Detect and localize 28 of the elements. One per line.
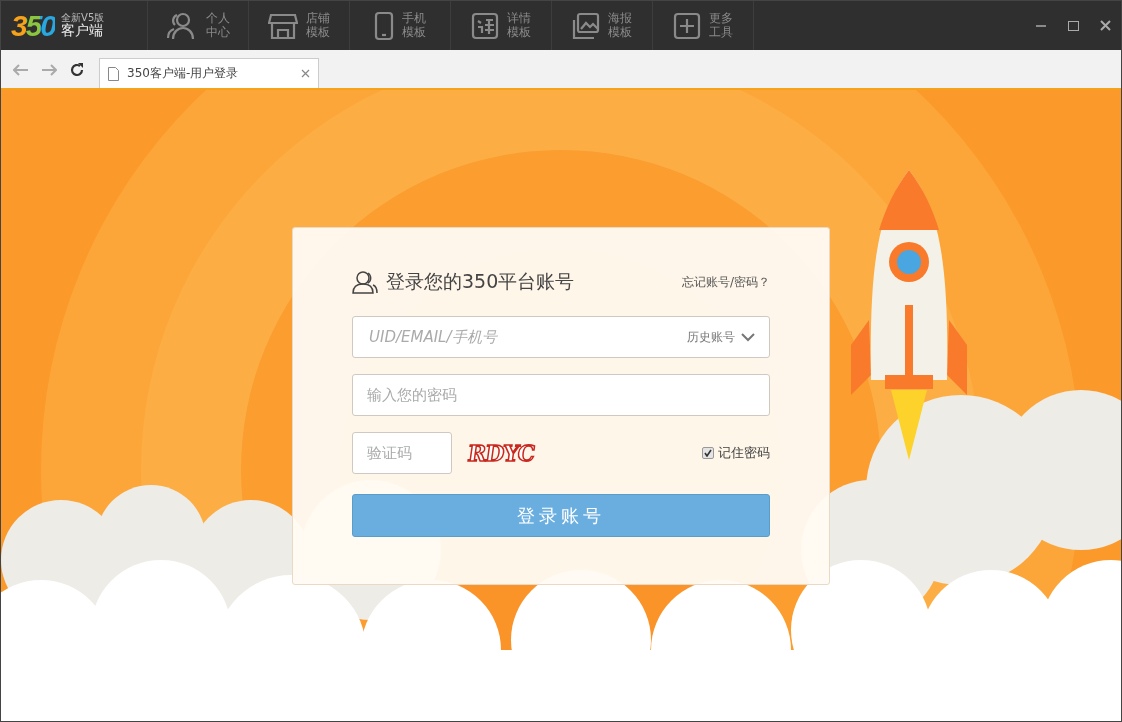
arrow-right-icon [41,64,57,76]
browser-tab[interactable]: 350客户端-用户登录 [99,58,319,88]
login-button[interactable]: 登录账号 [352,494,770,537]
phone-icon [374,10,394,41]
checkmark-icon [704,449,712,457]
history-dropdown[interactable]: 历史账号 [687,328,755,346]
close-icon[interactable] [301,69,310,78]
detail-icon [471,11,499,40]
remember-checkbox[interactable]: 记住密码 [702,444,770,462]
minimize-icon [1036,24,1046,27]
arrow-left-icon [13,64,29,76]
user-icon [352,270,378,294]
captcha-field[interactable]: 验证码 [352,432,452,474]
page-icon [108,66,119,81]
maximize-icon [1067,20,1079,31]
store-icon [268,11,298,40]
close-icon [1099,20,1111,31]
login-title: 登录您的350平台账号 [386,269,576,294]
edition-label: 全新V5版 [61,12,105,24]
checkbox[interactable] [702,447,714,459]
forgot-link[interactable]: 忘记账号/密码？ [681,273,770,291]
password-field[interactable]: 输入您的密码 [352,374,770,416]
account-field[interactable]: UID/EMAIL/手机号 历史账号 [352,316,770,358]
app-name: 客户端 [61,23,105,39]
chevron-down-icon [741,332,755,342]
plus-icon [673,11,701,40]
picture-icon [572,11,600,40]
reload-icon [69,62,85,78]
